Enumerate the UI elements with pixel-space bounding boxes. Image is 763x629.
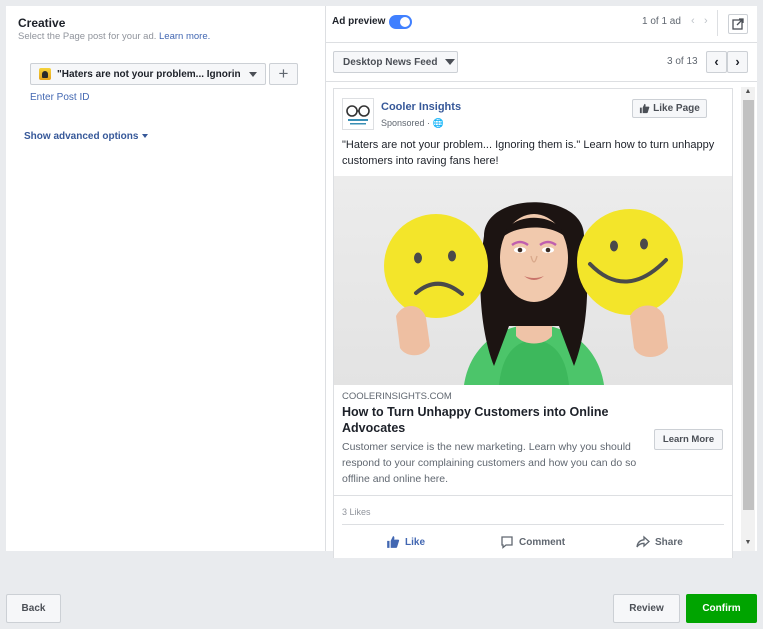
show-advanced-options-link[interactable]: Show advanced options xyxy=(24,131,149,142)
like-page-label: Like Page xyxy=(653,103,700,114)
learn-more-button[interactable]: Learn More xyxy=(654,429,723,450)
page-name-link[interactable]: Cooler Insights xyxy=(381,101,461,113)
ad-image[interactable] xyxy=(334,176,732,385)
divider xyxy=(342,524,724,525)
confirm-button[interactable]: Confirm xyxy=(686,594,757,623)
thumbs-up-icon xyxy=(387,536,400,548)
ad-preview-label: Ad preview xyxy=(332,16,386,27)
add-post-button[interactable]: + xyxy=(269,63,298,85)
review-button[interactable]: Review xyxy=(613,594,680,623)
divider xyxy=(326,81,757,82)
creative-panel: Creative Select the Page post for your a… xyxy=(6,6,326,551)
placement-select-value: Desktop News Feed xyxy=(343,56,438,68)
caret-down-icon xyxy=(142,134,149,139)
divider xyxy=(326,42,757,43)
placement-select[interactable]: Desktop News Feed xyxy=(333,51,458,73)
scroll-up-icon[interactable]: ▲ xyxy=(743,88,753,95)
glasses-logo-icon xyxy=(346,105,370,125)
like-action-label: Like xyxy=(405,536,426,548)
enter-post-id-link[interactable]: Enter Post ID xyxy=(30,92,89,103)
prev-ad-icon[interactable]: ‹ xyxy=(691,15,695,27)
post-text: "Haters are not your problem... Ignoring… xyxy=(342,139,715,167)
learn-more-link[interactable]: Learn more. xyxy=(159,31,210,42)
sponsored-text: Sponsored xyxy=(381,118,425,128)
page-logo xyxy=(342,98,374,130)
next-ad-icon[interactable]: › xyxy=(704,15,708,27)
likes-count[interactable]: 3 Likes xyxy=(342,507,371,517)
external-link-icon xyxy=(732,18,744,30)
globe-icon: 🌐 xyxy=(432,118,444,128)
sponsored-label: Sponsored · 🌐 xyxy=(381,118,444,128)
link-description: Customer service is the new marketing. L… xyxy=(342,441,637,485)
creative-title: Creative xyxy=(18,16,66,30)
ad-preview-panel: Ad preview 1 of 1 ad ‹ › Desktop News Fe… xyxy=(326,6,757,558)
divider xyxy=(334,495,732,496)
share-action-label: Share xyxy=(655,536,683,548)
page-post-select[interactable]: "Haters are not your problem... Ignorin.… xyxy=(30,63,266,85)
thumbs-up-icon xyxy=(640,103,650,114)
ad-image-graphic xyxy=(384,202,683,385)
back-button[interactable]: Back xyxy=(6,594,61,623)
share-action[interactable]: Share xyxy=(636,535,683,549)
creative-subtitle-text: Select the Page post for your ad. xyxy=(18,31,157,42)
link-headline[interactable]: How to Turn Unhappy Customers into Onlin… xyxy=(342,404,642,436)
link-domain: COOLERINSIGHTS.COM xyxy=(342,391,452,402)
ad-preview-card: Cooler Insights Sponsored · 🌐 Like Page … xyxy=(333,88,733,558)
scrollbar-thumb[interactable] xyxy=(743,100,754,510)
next-placement-button[interactable]: › xyxy=(727,51,748,73)
prev-placement-button[interactable]: ‹ xyxy=(706,51,727,73)
creative-subtitle: Select the Page post for your ad. Learn … xyxy=(18,31,210,42)
placement-count: 3 of 13 xyxy=(667,56,698,67)
chevron-down-icon xyxy=(249,71,257,77)
chevron-down-icon xyxy=(445,59,456,65)
post-thumbnail-icon xyxy=(39,68,51,80)
scroll-down-icon[interactable]: ▼ xyxy=(743,539,753,546)
ad-preview-toggle[interactable] xyxy=(389,15,412,29)
open-external-button[interactable] xyxy=(728,14,748,34)
comment-action-label: Comment xyxy=(519,536,566,548)
page-post-select-value: "Haters are not your problem... Ignorin.… xyxy=(57,68,241,80)
divider xyxy=(717,10,718,36)
like-page-button[interactable]: Like Page xyxy=(632,99,707,118)
like-action[interactable]: Like xyxy=(386,535,425,549)
comment-icon xyxy=(501,536,513,549)
show-advanced-options-label: Show advanced options xyxy=(24,131,139,142)
ad-count: 1 of 1 ad xyxy=(642,16,681,27)
share-icon xyxy=(636,535,650,548)
comment-action[interactable]: Comment xyxy=(500,535,565,549)
